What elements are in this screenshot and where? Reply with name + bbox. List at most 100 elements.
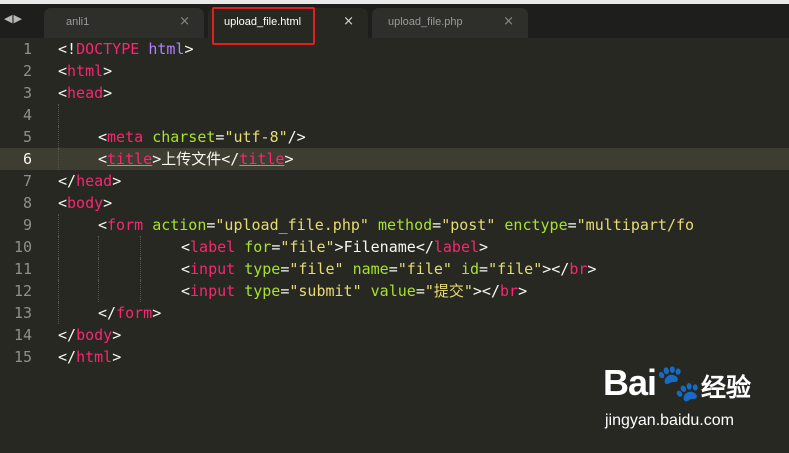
code-line[interactable]: <!DOCTYPE html> [50,38,789,60]
attribute: for [244,238,272,256]
code-line-current[interactable]: <title>上传文件</title> [50,148,789,170]
string: "file" [488,260,543,278]
code-line[interactable] [50,104,789,126]
string: "file" [289,260,344,278]
attribute: value [370,282,416,300]
punct: < [181,282,191,300]
tag: br [569,260,588,278]
close-icon[interactable]: × [503,14,514,29]
line-number: 2 [22,62,32,80]
indent-guide [58,214,59,236]
code-line[interactable]: <meta charset="utf-8"/> [50,126,789,148]
code-line[interactable]: <html> [50,60,789,82]
baidu-logo: Bai🐾 [603,362,701,403]
punct: > [112,326,122,344]
attribute: type [244,260,281,278]
string: "file" [397,260,452,278]
punct: </ [415,238,434,256]
tag: head [67,84,104,102]
tag: html [76,348,113,366]
code-line[interactable]: <body> [50,192,789,214]
punct: > [587,260,597,278]
attribute: type [244,282,281,300]
punct: > [284,150,294,168]
line-number: 11 [13,260,32,278]
string: "file" [280,238,335,256]
punct: > [103,194,113,212]
punct: = [432,216,442,234]
punct: > [334,238,344,256]
tab-label: upload_file.php [388,16,463,28]
tag: body [76,326,113,344]
tab-scroll-arrows-icon[interactable]: ◀▶ [4,12,23,25]
tag: input [190,282,236,300]
line-number: 8 [22,194,32,212]
punct: </ [58,326,77,344]
tag: body [67,194,104,212]
code-line[interactable]: <head> [50,82,789,104]
attribute: method [377,216,433,234]
code-line[interactable]: </form> [50,302,789,324]
baidu-jingyan-text: 经验 [701,373,752,402]
punct: > [518,282,528,300]
close-icon[interactable]: × [343,14,354,29]
punct: < [181,238,191,256]
indent-guide [140,236,141,258]
tag: title [239,150,285,168]
string: "submit" [289,282,362,300]
line-number: 4 [22,106,32,124]
punct: > [103,62,113,80]
punct: > [103,84,113,102]
code-line[interactable]: <label for="file">Filename</label> [50,236,789,258]
tag: DOCTYPE [76,40,140,58]
tag: label [433,238,480,256]
indent-guide [58,236,59,258]
close-icon[interactable]: × [179,14,190,29]
punct: < [58,84,68,102]
punct: = [567,216,577,234]
tab-anli1[interactable]: anli1 × [44,8,204,38]
baidu-watermark: Bai🐾 经验 jingyan.baidu.com [603,362,783,440]
line-number: 10 [13,238,32,256]
punct: > [184,40,194,58]
punct: </ [58,172,77,190]
punct: > [479,238,489,256]
line-number-current: 6 [0,148,50,170]
code-line[interactable]: <form action="upload_file.php" method="p… [50,214,789,236]
tag: meta [107,128,144,146]
indent-guide [140,258,141,280]
code-line[interactable]: </body> [50,324,789,346]
line-number: 7 [22,172,32,190]
punct: = [415,282,425,300]
indent-guide [140,280,141,302]
tag: form [116,304,153,322]
punct: < [181,260,191,278]
punct: ></ [472,282,500,300]
punct: > [152,304,162,322]
tab-bar: ◀▶ anli1 × upload_file.html × upload_fil… [0,0,789,45]
text-content: Filename [343,238,416,256]
line-number: 1 [22,40,32,58]
indent-guide [98,236,99,258]
tab-upload-file-php[interactable]: upload_file.php × [372,8,528,38]
punct: > [112,172,122,190]
code-line[interactable]: </head> [50,170,789,192]
code-line[interactable]: <input type="submit" value="提交"></br> [50,280,789,302]
string: "multipart/fo [576,216,695,234]
code-editor[interactable]: <!DOCTYPE html> <html> <head> <meta char… [50,38,789,368]
indent-guide [58,126,59,148]
attribute: name [352,260,389,278]
text-content: 上传文件 [161,150,222,168]
code-line[interactable]: <input type="file" name="file" id="file"… [50,258,789,280]
punct: = [271,238,281,256]
tag: br [500,282,519,300]
tab-label: anli1 [66,16,90,28]
line-number: 3 [22,84,32,102]
punct: = [479,260,489,278]
